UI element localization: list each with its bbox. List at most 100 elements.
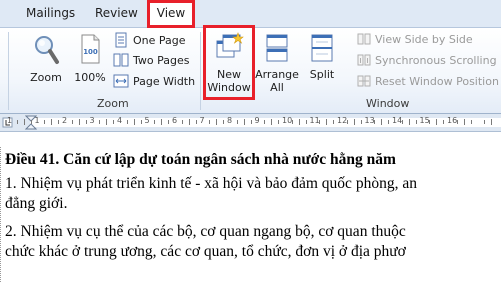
ruler-tick [216, 119, 218, 125]
text-boundary [0, 147, 1, 282]
group-separator [200, 32, 201, 110]
split-icon [311, 34, 333, 62]
ruler-number: 9 [254, 116, 260, 125]
sync-scroll-icon [357, 54, 371, 66]
document-page[interactable]: Điều 41. Căn cứ lập dự toán ngân sách nh… [0, 133, 501, 282]
split-label: Split [309, 68, 335, 81]
arrange-all-label-1: Arrange [255, 68, 299, 81]
ruler-tick [188, 119, 190, 125]
group-separator [8, 32, 9, 110]
ruler-tick [71, 120, 73, 124]
ruler-tick [85, 120, 87, 124]
zoom-100-label: 100% [74, 71, 106, 84]
ruler-tick [484, 120, 486, 124]
reset-window-position-label: Reset Window Position [375, 74, 499, 88]
tab-review[interactable]: Review [95, 6, 138, 20]
tab-mailings[interactable]: Mailings [26, 6, 75, 20]
page-width-button[interactable]: Page Width [113, 73, 195, 89]
zoom-button[interactable]: Zoom [24, 32, 68, 84]
ruler-tick [99, 120, 101, 124]
paragraph-1-line-2: đẳng giới. [5, 195, 68, 212]
page-width-label: Page Width [133, 74, 196, 88]
ruler-tick [140, 120, 142, 124]
ruler-tick [44, 120, 46, 124]
page-width-icon [113, 74, 129, 88]
ruler-tick [436, 119, 438, 125]
ruler-number: 3 [89, 116, 95, 125]
paragraph-1-line-1: 1. Nhiệm vụ phát triển kinh tế - xã hội … [5, 175, 417, 192]
ruler-number: 14 [392, 116, 403, 125]
ruler-tick [106, 119, 108, 125]
one-page-icon [115, 32, 127, 48]
horizontal-ruler[interactable]: 1 1 2 3 4 5 6 7 8 9 10 11 12 13 14 15 16 [0, 114, 501, 132]
ruler-tick [278, 120, 280, 124]
ruler-tick [133, 119, 135, 125]
ruler-number: 16 [447, 116, 458, 125]
ruler-tick [298, 119, 300, 125]
two-pages-icon [113, 53, 129, 67]
ruler-tick [353, 119, 355, 125]
ruler-number: 5 [144, 116, 150, 125]
arrange-all-icon [266, 34, 288, 62]
ruler-tick [168, 120, 170, 124]
paragraph-2-line-2: chức khác ở trung ương, các cơ quan, tổ … [5, 243, 406, 260]
view-side-by-side-label: View Side by Side [375, 32, 473, 46]
ruler-number: 15 [419, 116, 430, 125]
ruler-tick [78, 119, 80, 125]
ruler-tick [195, 120, 197, 124]
split-button[interactable]: Split [303, 31, 341, 81]
reset-window-icon [357, 75, 371, 87]
ruler-number: 1 [34, 116, 40, 125]
ruler-number: 7 [199, 116, 205, 125]
ruler-number: 4 [117, 116, 123, 125]
ruler-tick [154, 120, 156, 124]
magnifier-icon [35, 36, 59, 64]
ruler-tick [243, 119, 245, 125]
tab-view[interactable]: View [147, 0, 195, 28]
ruler-number: 12 [337, 116, 348, 125]
ruler-tick [470, 120, 472, 124]
ruler-tick [264, 120, 266, 124]
two-pages-button[interactable]: Two Pages [113, 52, 189, 68]
synchronous-scrolling-button[interactable]: Synchronous Scrolling [357, 53, 497, 67]
ruler-tick [250, 120, 252, 124]
ruler-tick [271, 119, 273, 125]
ruler-tick [209, 120, 211, 124]
paragraph-2-line-1: 2. Nhiệm vụ cụ thể của các bộ, cơ quan n… [5, 223, 406, 240]
ruler-tick [51, 119, 53, 125]
window-group-label: Window [366, 97, 410, 110]
ruler-number: 13 [364, 116, 375, 125]
ruler-tick [30, 120, 32, 124]
ruler-tick [236, 120, 238, 124]
ruler-tick [491, 119, 493, 125]
ruler-tick [58, 120, 60, 124]
ruler-tick [408, 119, 410, 125]
ruler-tick [463, 119, 465, 125]
view-side-by-side-button[interactable]: View Side by Side [357, 32, 473, 46]
synchronous-scrolling-label: Synchronous Scrolling [375, 53, 497, 67]
arrange-all-button[interactable]: Arrange All [255, 31, 299, 94]
ruler-tick [113, 120, 115, 124]
ruler-number: 10 [282, 116, 293, 125]
ruler-tick [223, 120, 225, 124]
ruler-number: 11 [309, 116, 320, 125]
ruler-tick [305, 120, 307, 124]
ruler-tick [326, 119, 328, 125]
ruler-tick [181, 120, 183, 124]
ruler-tick [360, 120, 362, 124]
page-100-icon: 100 [81, 34, 100, 64]
zoom-100-button[interactable]: 100 100% [72, 32, 108, 84]
two-pages-label: Two Pages [133, 53, 190, 67]
one-page-button[interactable]: One Page [113, 32, 186, 48]
ruler-tick [443, 120, 445, 124]
ruler-tick [415, 120, 417, 124]
arrange-all-label-2: All [270, 81, 284, 94]
reset-window-position-button[interactable]: Reset Window Position [357, 74, 499, 88]
zoom-group-label: Zoom [97, 97, 129, 110]
ruler-number: 6 [172, 116, 178, 125]
tab-view-label: View [156, 6, 186, 20]
ribbon-tab-bar: Mailings Review View [0, 0, 501, 28]
ruler-tick [381, 119, 383, 125]
ruler-tick [333, 120, 335, 124]
ruler-number: 2 [62, 116, 68, 125]
